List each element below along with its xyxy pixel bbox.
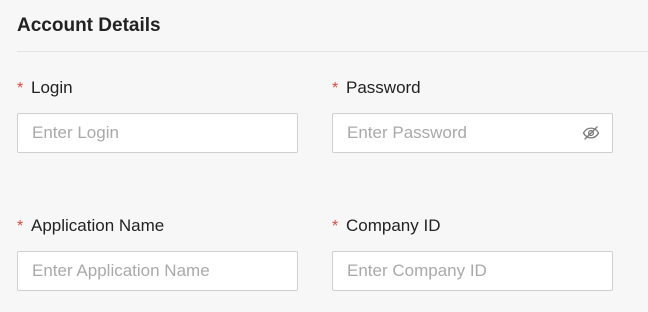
login-label: * Login xyxy=(17,77,298,99)
section-divider xyxy=(17,51,648,52)
password-input[interactable] xyxy=(333,114,612,152)
application-name-input-box xyxy=(17,251,298,291)
application-name-label: * Application Name xyxy=(17,215,298,237)
section-title: Account Details xyxy=(17,15,161,36)
password-input-box xyxy=(332,113,613,153)
password-label: * Password xyxy=(332,77,613,99)
login-input-box xyxy=(17,113,298,153)
password-field-group: * Password xyxy=(332,77,613,153)
company-id-input-box xyxy=(332,251,613,291)
required-asterisk: * xyxy=(17,218,24,235)
company-id-field-group: * Company ID xyxy=(332,215,613,291)
application-name-field-group: * Application Name xyxy=(17,215,298,291)
application-name-input[interactable] xyxy=(18,252,297,290)
eye-slash-icon[interactable] xyxy=(582,124,600,142)
login-field-group: * Login xyxy=(17,77,298,153)
company-id-label-text: Company ID xyxy=(346,216,441,235)
login-input[interactable] xyxy=(18,114,297,152)
password-label-text: Password xyxy=(346,78,421,97)
login-label-text: Login xyxy=(31,78,73,97)
company-id-label: * Company ID xyxy=(332,215,613,237)
required-asterisk: * xyxy=(332,80,339,97)
application-name-label-text: Application Name xyxy=(31,216,165,235)
required-asterisk: * xyxy=(332,218,339,235)
company-id-input[interactable] xyxy=(333,252,612,290)
required-asterisk: * xyxy=(17,80,24,97)
